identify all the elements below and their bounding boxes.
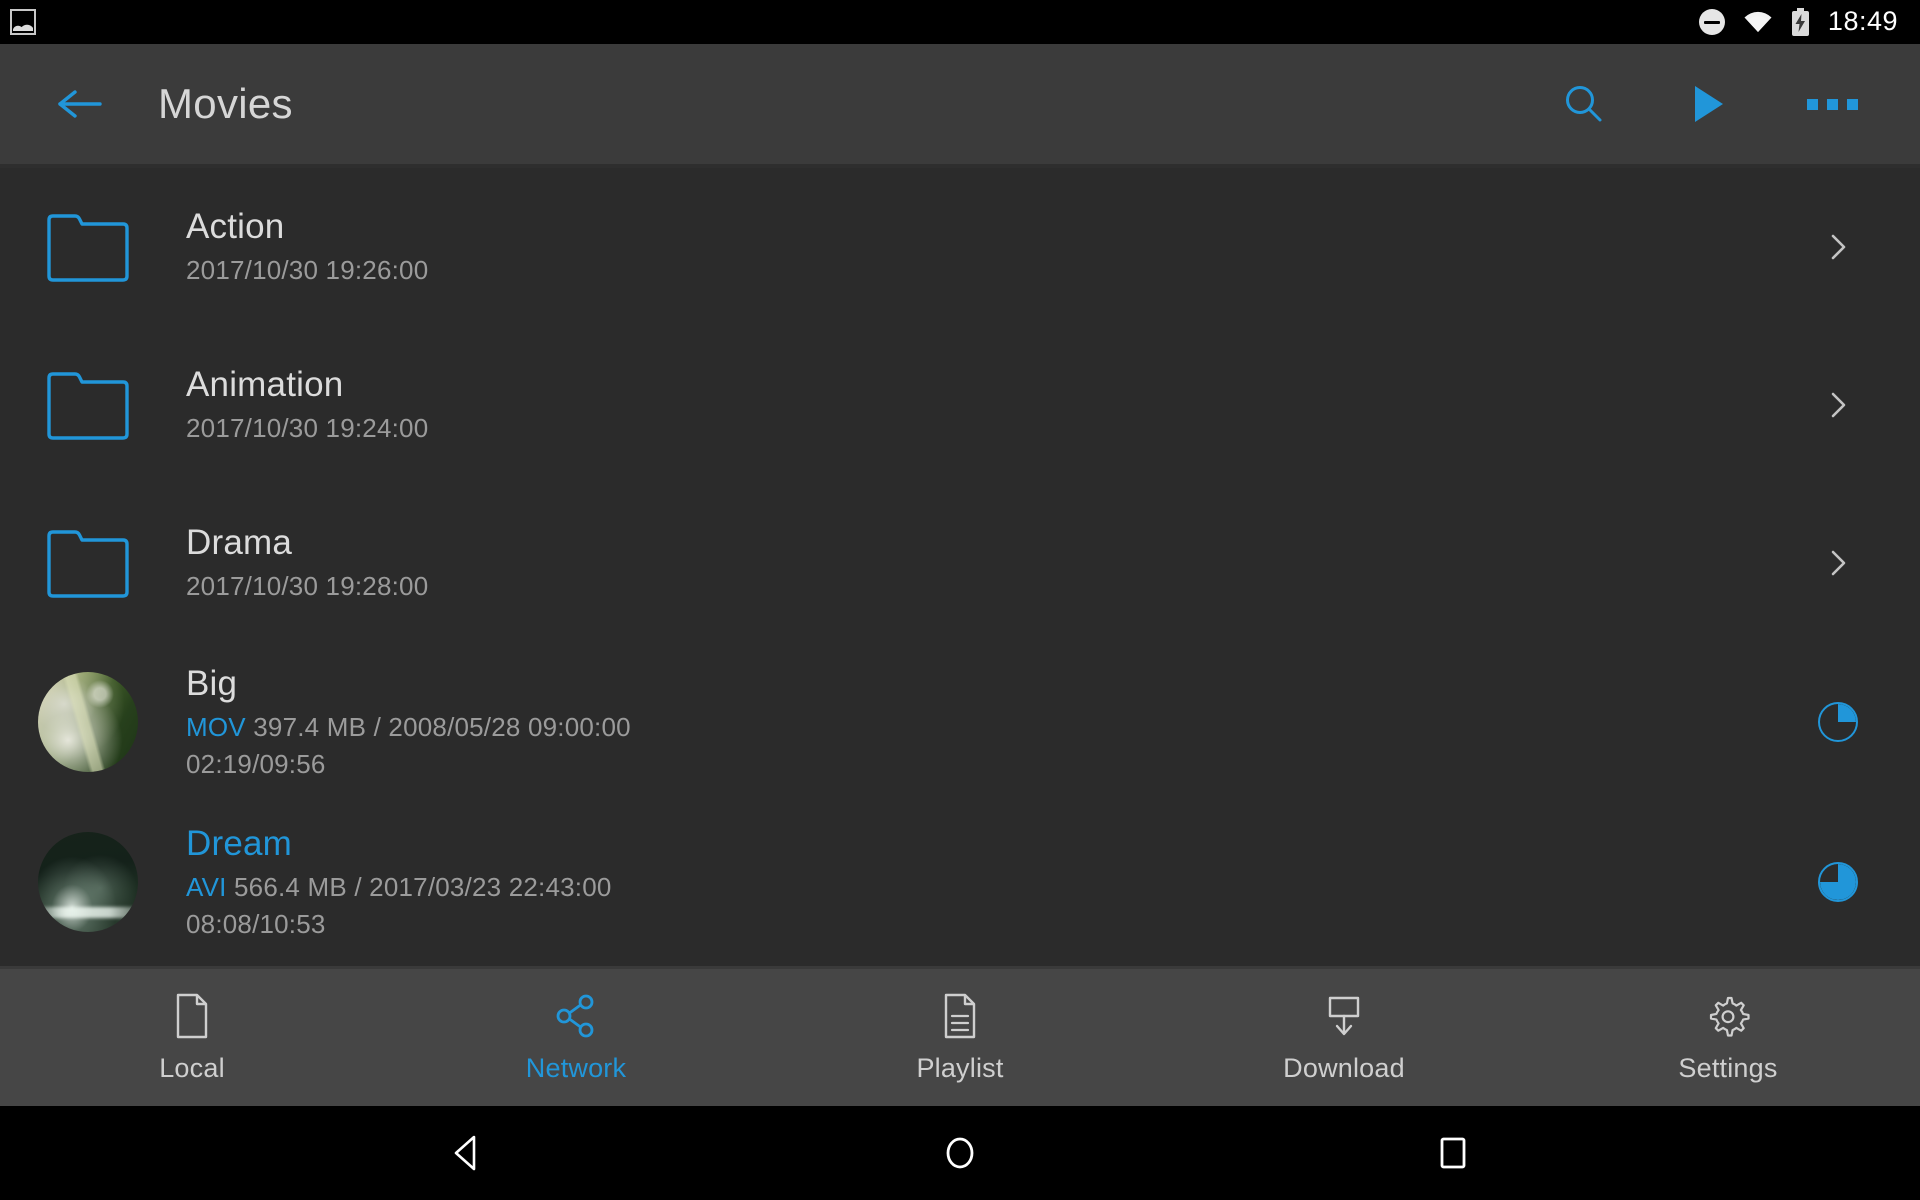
overflow-menu-icon[interactable] (1804, 76, 1860, 132)
list-item-trailing[interactable] (1800, 388, 1876, 422)
list-item-leading (34, 212, 142, 282)
status-bar-clock: 18:49 (1827, 5, 1898, 36)
list-item-date: 2017/10/30 19:24:00 (186, 413, 429, 444)
list-item-trailing[interactable] (1800, 230, 1876, 264)
file-icon (172, 991, 212, 1041)
list-item-body: Big MOV 397.4 MB / 2008/05/28 09:00:00 0… (142, 663, 1800, 782)
list-item-leading (34, 370, 142, 440)
list-item[interactable]: Action 2017/10/30 19:26:00 (0, 168, 1920, 326)
nav-tab-label: Settings (1678, 1053, 1778, 1083)
status-bar: 18:49 (0, 0, 1920, 44)
list-item[interactable]: Big MOV 397.4 MB / 2008/05/28 09:00:00 0… (0, 642, 1920, 802)
file-meta-text: 566.4 MB / 2017/03/23 22:43:00 (234, 871, 612, 902)
file-list[interactable]: Action 2017/10/30 19:26:00 Animation 201… (0, 168, 1920, 966)
playback-position: 02:19/09:56 (186, 749, 326, 780)
app-bar-actions (1556, 76, 1884, 132)
photo-icon (10, 9, 36, 35)
list-item-title: Animation (186, 365, 344, 405)
video-thumbnail (38, 832, 138, 932)
list-item-meta: AVI 566.4 MB / 2017/03/23 22:43:00 (186, 870, 1800, 904)
list-item-title: Big (186, 663, 238, 703)
list-item-title: Drama (186, 523, 293, 563)
list-item-trailing (1800, 702, 1876, 742)
nav-tab-local[interactable]: Local (0, 969, 384, 1106)
back-arrow-icon[interactable] (48, 73, 110, 135)
do-not-disturb-icon (1698, 9, 1725, 35)
list-item-trailing (1800, 862, 1876, 902)
list-item[interactable]: Dream AVI 566.4 MB / 2017/03/23 22:43:00… (0, 802, 1920, 962)
android-home-icon[interactable] (915, 1123, 1005, 1183)
playback-position: 08:08/10:53 (186, 909, 326, 940)
list-item-title: Dream (186, 823, 293, 863)
list-item-body: Drama 2017/10/30 19:28:00 (142, 522, 1800, 604)
android-back-icon[interactable] (422, 1123, 512, 1183)
chevron-right-icon (1821, 388, 1855, 422)
page-title: Movies (158, 80, 293, 127)
list-item[interactable]: Drama 2017/10/30 19:28:00 (0, 484, 1920, 642)
playlist-icon (940, 991, 980, 1041)
list-item-date: 2017/10/30 19:28:00 (186, 571, 429, 602)
status-bar-system-icons: 18:49 (1698, 5, 1898, 37)
nav-tab-label: Local (159, 1053, 225, 1083)
wifi-icon (1743, 11, 1773, 33)
list-item-leading (34, 672, 142, 772)
list-item[interactable]: Animation 2017/10/30 19:24:00 (0, 326, 1920, 484)
download-icon (1322, 991, 1366, 1041)
app-bar: Movies (0, 44, 1920, 168)
list-item-date: 2017/10/30 19:26:00 (186, 255, 429, 286)
battery-charging-icon (1791, 8, 1810, 36)
nav-tab-network[interactable]: Network (384, 969, 768, 1106)
folder-icon (45, 528, 131, 598)
nav-tab-label: Download (1283, 1053, 1405, 1083)
nav-tab-label: Playlist (916, 1053, 1004, 1083)
chevron-right-icon (1821, 230, 1855, 264)
android-recents-icon[interactable] (1408, 1123, 1498, 1183)
search-icon[interactable] (1556, 76, 1612, 132)
share-icon (553, 991, 599, 1041)
list-item-title: Action (186, 207, 285, 247)
list-item-leading (34, 832, 142, 932)
chevron-right-icon (1821, 546, 1855, 580)
nav-tab-download[interactable]: Download (1152, 969, 1536, 1106)
list-item-body: Dream AVI 566.4 MB / 2017/03/23 22:43:00… (142, 823, 1800, 942)
folder-icon (45, 370, 131, 440)
app-screen: 18:49 Movies Action 2017/10/30 19:26:00 … (0, 0, 1920, 1200)
nav-tab-label: Network (525, 1053, 627, 1083)
list-item-leading (34, 528, 142, 598)
file-meta-text: 397.4 MB / 2008/05/28 09:00:00 (253, 711, 631, 742)
progress-pie-icon (1818, 862, 1858, 902)
progress-pie-icon (1818, 702, 1858, 742)
list-item-trailing[interactable] (1800, 546, 1876, 580)
status-bar-notifications (10, 9, 36, 35)
file-format-badge: AVI (186, 871, 227, 902)
bottom-navigation: Local Network Playlist Download Settings (0, 966, 1920, 1106)
video-thumbnail (38, 672, 138, 772)
gear-icon (1704, 991, 1752, 1041)
list-item-meta: MOV 397.4 MB / 2008/05/28 09:00:00 (186, 710, 1800, 744)
list-item-body: Action 2017/10/30 19:26:00 (142, 206, 1800, 288)
nav-tab-settings[interactable]: Settings (1536, 969, 1920, 1106)
play-icon[interactable] (1680, 76, 1736, 132)
file-format-badge: MOV (186, 711, 246, 742)
folder-icon (45, 212, 131, 282)
list-item-body: Animation 2017/10/30 19:24:00 (142, 364, 1800, 446)
nav-tab-playlist[interactable]: Playlist (768, 969, 1152, 1106)
android-system-navigation (0, 1106, 1920, 1200)
